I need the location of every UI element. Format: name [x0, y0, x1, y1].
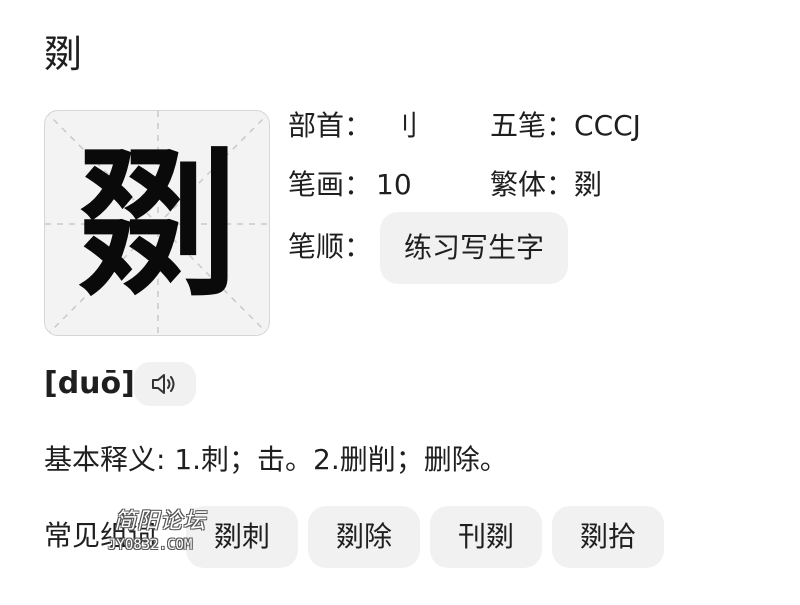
- basic-definition: 基本释义: 1.刺；击。2.删削；删除。: [44, 443, 508, 476]
- pinyin-text: [duō]: [44, 366, 135, 401]
- wubi-label: 五笔：: [490, 109, 575, 142]
- word-chip[interactable]: 剟除: [308, 506, 420, 568]
- word-chip[interactable]: 刊剟: [430, 506, 542, 568]
- word-chip[interactable]: 剟刺: [186, 506, 298, 568]
- stroke-order-row: 笔顺：: [288, 227, 372, 267]
- radical-label: 部首：: [288, 109, 373, 142]
- play-audio-button[interactable]: [134, 362, 196, 406]
- wubi-value: CCCJ: [574, 109, 641, 142]
- strokes-value: 10: [376, 168, 412, 201]
- traditional-value: 剟: [574, 168, 603, 201]
- practice-writing-button[interactable]: 练习写生字: [380, 212, 568, 284]
- strokes-label: 笔画：: [288, 168, 373, 201]
- character-glyph: 剟: [77, 130, 238, 318]
- wubi-row: 五笔：CCCJ: [490, 106, 641, 146]
- traditional-row: 繁体：剟: [490, 165, 602, 205]
- stroke-order-label: 笔顺：: [288, 230, 373, 263]
- speaker-icon: [152, 374, 175, 394]
- common-words-label: 常见组词: [44, 519, 157, 552]
- word-chip[interactable]: 剟拾: [552, 506, 664, 568]
- strokes-row: 笔画： 10: [288, 165, 412, 205]
- traditional-label: 繁体：: [490, 168, 575, 201]
- page-title: 剟: [44, 32, 83, 76]
- radical-row: 部首： 刂: [288, 106, 418, 146]
- character-grid[interactable]: 剟: [44, 110, 270, 336]
- radical-value: 刂: [390, 109, 419, 142]
